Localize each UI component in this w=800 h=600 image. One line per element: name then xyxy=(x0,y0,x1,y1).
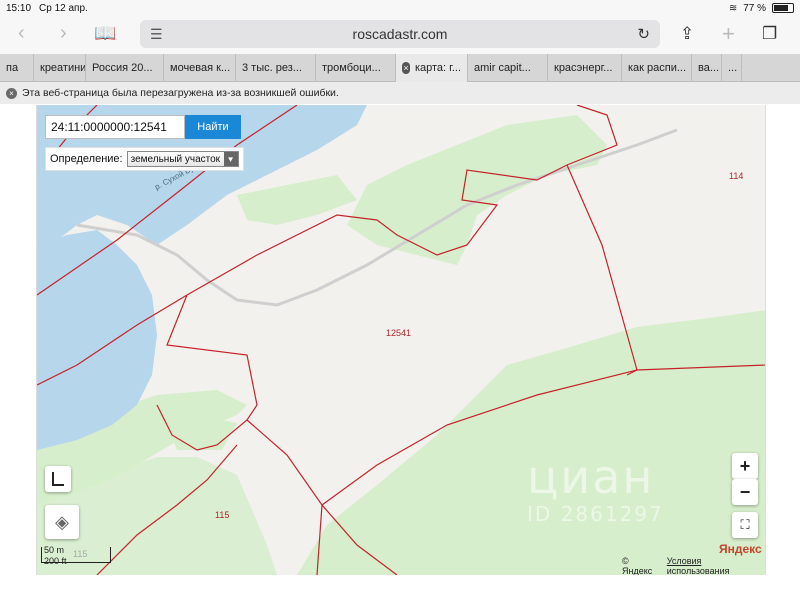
terms-link[interactable]: Условия использования xyxy=(667,556,765,575)
tab[interactable]: креатинин xyxy=(34,54,86,82)
url-text: roscadastr.com xyxy=(352,26,448,42)
tab[interactable]: па xyxy=(0,54,34,82)
tabs-overview-icon[interactable]: ❐ xyxy=(762,24,777,44)
tab-label: красэнерг... xyxy=(554,62,613,74)
tab[interactable]: красэнерг... xyxy=(548,54,622,82)
tab-label: карта: г... xyxy=(414,62,461,74)
address-bar[interactable]: ☰ roscadastr.com ↻ xyxy=(140,20,660,48)
map-scale: 50 m 200 ft xyxy=(41,545,111,567)
bookmarks-icon[interactable]: 📖 xyxy=(94,23,116,44)
definition-control: Определение: земельный участок ▼ xyxy=(45,147,244,171)
fullscreen-button[interactable]: ⛶ xyxy=(732,512,758,538)
yandex-logo: Яндекс xyxy=(719,542,762,556)
definition-label: Определение: xyxy=(50,153,123,165)
back-icon[interactable]: ‹ xyxy=(18,22,25,45)
cadastral-number-input[interactable] xyxy=(45,115,185,139)
tab-label: креатинин xyxy=(40,62,86,74)
watermark-logo: циан xyxy=(527,450,655,504)
tab-strip: па креатинин Россия 20... мочевая к... 3 тыс… xyxy=(0,54,800,82)
browser-toolbar: ‹ › 📖 ☰ roscadastr.com ↻ ⇪ + ❐ xyxy=(0,16,800,54)
tab[interactable]: × карта: г... xyxy=(396,54,468,82)
reload-notice: × Эта веб-страница была перезагружена из… xyxy=(0,82,800,104)
scale-bar xyxy=(41,547,111,563)
close-icon[interactable]: × xyxy=(6,87,17,99)
tab[interactable]: мочевая к... xyxy=(164,54,236,82)
definition-value: земельный участок xyxy=(130,153,221,165)
battery-percent: 77 % xyxy=(743,2,766,14)
share-icon[interactable]: ⇪ xyxy=(680,24,694,44)
new-tab-icon[interactable]: + xyxy=(722,21,735,47)
cadastral-search: Найти xyxy=(45,115,245,139)
status-bar: 15:10 Ср 12 апр. ≋ 77 % xyxy=(0,0,800,16)
reload-icon[interactable]: ↻ xyxy=(637,25,650,43)
chevron-down-icon: ▼ xyxy=(223,152,238,166)
tab-label: ... xyxy=(728,62,738,74)
reload-notice-text: Эта веб-страница была перезагружена из-з… xyxy=(22,87,339,99)
definition-select[interactable]: земельный участок ▼ xyxy=(126,151,239,167)
tab-label: ва... xyxy=(698,62,720,74)
ruler-button[interactable] xyxy=(45,466,71,492)
plot-number-east: 114 xyxy=(729,171,744,181)
zoom-in-button[interactable]: + xyxy=(732,453,758,479)
close-tab-icon[interactable]: × xyxy=(402,62,410,74)
tab[interactable]: ва... xyxy=(692,54,722,82)
tab-label: как распи... xyxy=(628,62,687,74)
tab[interactable]: Россия 20... xyxy=(86,54,164,82)
watermark-id: ID 2861297 xyxy=(527,502,664,526)
tab-label: 3 тыс. рез... xyxy=(242,62,302,74)
plot-number-main: 12541 xyxy=(386,328,412,338)
layers-icon: ◈ xyxy=(55,511,69,532)
tab-label: мочевая к... xyxy=(170,62,231,74)
zoom-out-button[interactable]: − xyxy=(732,479,758,505)
tab-label: amir capit... xyxy=(474,62,531,74)
page-bottom xyxy=(0,575,800,600)
cadastral-map[interactable]: р. Сухой Бузим циан ID 2861297 12541 114… xyxy=(36,105,766,575)
tab[interactable]: 3 тыс. рез... xyxy=(236,54,316,82)
tab-label: па xyxy=(6,62,19,74)
reader-icon[interactable]: ☰ xyxy=(150,26,163,43)
plot-number-southwest: 115 xyxy=(215,510,230,520)
tab[interactable]: amir capit... xyxy=(468,54,548,82)
copyright-text: © Яндекс xyxy=(622,556,653,575)
wifi-icon: ≋ xyxy=(728,2,738,14)
layers-button[interactable]: ◈ xyxy=(45,505,79,539)
status-time: 15:10 xyxy=(6,2,32,14)
battery-icon xyxy=(772,3,794,13)
tab[interactable]: ... xyxy=(722,54,742,82)
ruler-icon xyxy=(52,472,64,486)
forward-icon[interactable]: › xyxy=(60,22,67,45)
status-date: Ср 12 апр. xyxy=(39,2,88,14)
tab-label: Россия 20... xyxy=(92,62,153,74)
tab[interactable]: тромбоци... xyxy=(316,54,396,82)
map-attribution: © Яндекс Условия использования xyxy=(622,556,765,575)
find-button[interactable]: Найти xyxy=(185,115,241,139)
fullscreen-icon: ⛶ xyxy=(740,517,750,532)
tab[interactable]: как распи... xyxy=(622,54,692,82)
tab-label: тромбоци... xyxy=(322,62,381,74)
